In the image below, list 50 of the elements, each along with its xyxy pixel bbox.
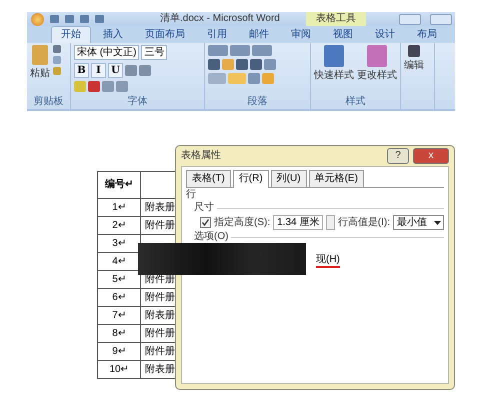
dialog-tab[interactable]: 列(U) [270, 170, 307, 187]
table-cell: 9↵ [98, 342, 140, 360]
table-cell: 7↵ [98, 306, 140, 324]
ribbon-tab[interactable]: 审阅 [281, 26, 321, 43]
ribbon-tab[interactable]: 布局 [407, 26, 447, 43]
height-field[interactable]: 1.34 厘米 [273, 215, 324, 230]
checkbox-label: 指定高度(S): [214, 216, 270, 228]
font-name-field[interactable]: 宋体 (中文正) [74, 45, 140, 60]
dialog-tab[interactable]: 行(R) [232, 170, 269, 188]
help-button[interactable]: ? [387, 148, 409, 164]
office-button[interactable] [31, 12, 44, 26]
font-size-field[interactable]: 三号 [141, 45, 168, 60]
row-height-dropdown[interactable]: 最小值 [393, 215, 444, 230]
group-label: 段落 [246, 96, 268, 109]
table-cell: 8↵ [98, 324, 140, 342]
ribbon-tab[interactable]: 页面布局 [135, 26, 195, 43]
table-cell: 1↵ [98, 198, 140, 216]
ribbon-tab[interactable]: 邮件 [239, 26, 279, 43]
maximize-button[interactable] [430, 14, 452, 24]
field-label: 行高值是(I): [338, 216, 390, 228]
context-tab-label: 表格工具 [306, 12, 366, 26]
minimize-button[interactable] [399, 14, 421, 24]
dialog-tab[interactable]: 单元格(E) [308, 170, 364, 187]
ribbon-tab[interactable]: 开始 [51, 26, 91, 43]
ribbon-tab[interactable]: 插入 [93, 26, 133, 43]
format-button[interactable]: B [74, 63, 89, 78]
checkbox-label: 现(H) [316, 254, 340, 268]
checkbox[interactable] [200, 217, 211, 228]
table-header-cell: 编号↵ [98, 172, 140, 198]
table-cell: 10↵ [98, 360, 140, 378]
ribbon-tab[interactable]: 引用 [197, 26, 237, 43]
section-heading: 行 [186, 189, 197, 201]
dialog-tab[interactable]: 表格(T) [186, 170, 231, 187]
format-button[interactable]: I [91, 63, 106, 78]
group-label: 样式 [344, 96, 366, 109]
ribbon-tab[interactable]: 设计 [365, 26, 405, 43]
ribbon-tab[interactable]: 视图 [323, 26, 363, 43]
paste-button[interactable]: 粘贴 [30, 68, 50, 80]
table-cell: 2↵ [98, 216, 140, 234]
group-label: 剪贴板 [32, 96, 64, 109]
dropdown-arrow-icon [433, 218, 442, 227]
close-button[interactable]: x [413, 148, 449, 164]
table-cell: 6↵ [98, 288, 140, 306]
dialog-title: 表格属性 [181, 150, 221, 162]
window-title: 清单.docx - Microsoft Word [160, 13, 280, 25]
editing-button[interactable]: 编辑 [404, 60, 424, 72]
format-button[interactable]: U [108, 63, 123, 78]
styles-button[interactable]: 更改样式 [357, 70, 397, 82]
styles-button[interactable]: 快速样式 [314, 70, 354, 82]
group-label: 字体 [126, 96, 148, 109]
